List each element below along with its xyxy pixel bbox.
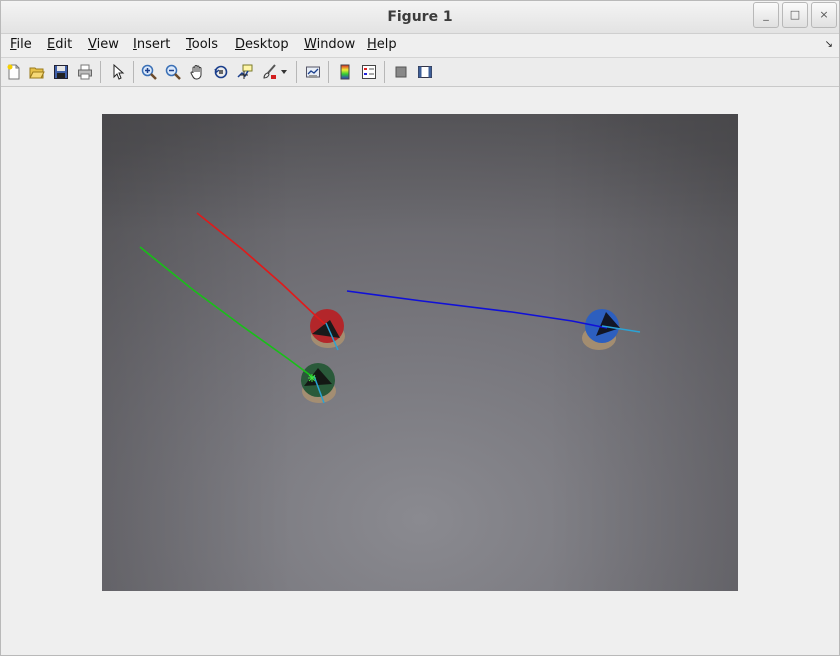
pointer-arrow-icon[interactable] — [108, 62, 128, 82]
figure-window: Figure 1 _ □ × File Edit View Insert Too… — [0, 0, 840, 656]
menu-desktop[interactable]: Desktop — [235, 37, 289, 52]
data-cursor-icon[interactable] — [235, 62, 255, 82]
link-plot-icon[interactable] — [303, 62, 323, 82]
legend-icon[interactable] — [359, 62, 379, 82]
save-icon[interactable] — [51, 62, 71, 82]
menu-bar: File Edit View Insert Tools Desktop Wind… — [1, 34, 839, 56]
new-figure-icon[interactable] — [4, 62, 24, 82]
menu-view[interactable]: View — [88, 37, 119, 52]
toolbar-separator — [384, 61, 385, 83]
menu-insert[interactable]: Insert — [133, 37, 170, 52]
menu-window[interactable]: Window — [304, 37, 355, 52]
rotate-3d-icon[interactable] — [211, 62, 231, 82]
green-centroid-marker — [308, 374, 316, 382]
camera-image — [102, 114, 738, 591]
open-file-icon[interactable] — [27, 62, 47, 82]
menubar-overflow-arrow[interactable]: ↘ — [825, 39, 833, 50]
minimize-button[interactable]: _ — [753, 2, 779, 28]
green-robot — [301, 363, 336, 403]
zoom-in-icon[interactable] — [139, 62, 159, 82]
close-button[interactable]: × — [811, 2, 837, 28]
image-axes[interactable] — [102, 114, 738, 591]
colorbar-icon[interactable] — [335, 62, 355, 82]
menu-file[interactable]: File — [10, 37, 32, 52]
toolbar-separator — [100, 61, 101, 83]
maximize-icon: □ — [789, 8, 801, 21]
figure-toolbar — [1, 57, 839, 87]
hide-plot-tools-icon[interactable] — [391, 62, 411, 82]
menu-tools[interactable]: Tools — [186, 37, 218, 52]
brush-icon[interactable] — [259, 62, 279, 82]
maximize-button[interactable]: □ — [782, 2, 808, 28]
menu-help[interactable]: Help — [367, 37, 397, 52]
toolbar-separator — [328, 61, 329, 83]
dropdown-arrow-icon[interactable] — [279, 62, 289, 82]
menu-edit[interactable]: Edit — [47, 37, 72, 52]
minimize-icon: _ — [763, 8, 769, 21]
show-plot-tools-icon[interactable] — [415, 62, 435, 82]
window-title: Figure 1 — [387, 9, 453, 25]
toolbar-separator — [133, 61, 134, 83]
print-icon[interactable] — [75, 62, 95, 82]
close-icon: × — [819, 8, 829, 21]
toolbar-separator — [296, 61, 297, 83]
title-bar[interactable]: Figure 1 _ □ × — [1, 1, 839, 34]
zoom-out-icon[interactable] — [163, 62, 183, 82]
pan-hand-icon[interactable] — [187, 62, 207, 82]
